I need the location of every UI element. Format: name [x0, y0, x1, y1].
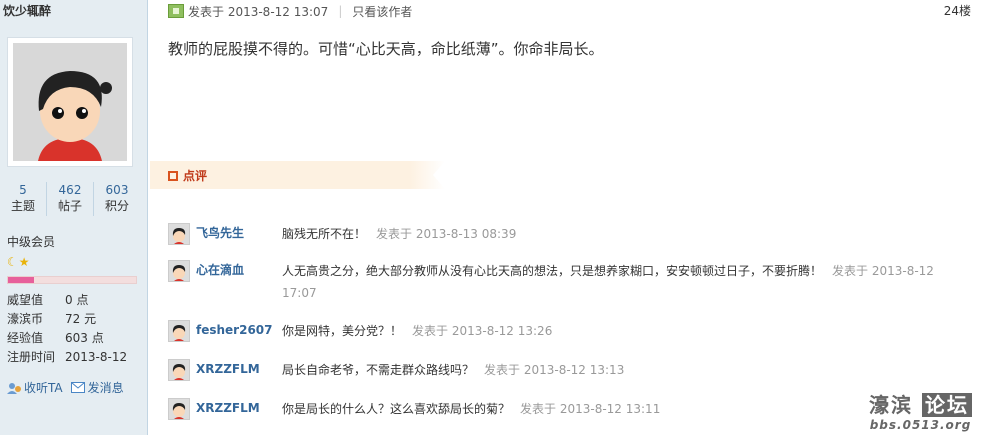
profile-key: 濠滨币: [7, 312, 44, 326]
comment-text: 你是局长的什么人？这么喜欢舔局长的菊？ 发表于 2013-8-12 13:11: [282, 398, 942, 420]
commenter-avatar[interactable]: [168, 359, 190, 381]
only-author-link[interactable]: 只看该作者: [352, 3, 412, 20]
profile-value: 2013-8-12: [65, 350, 128, 364]
comment-item: XRZZFLM 局长自命老爷，不需走群众路线吗？ 发表于 2013-8-12 13…: [168, 359, 942, 381]
comment-text: 脑残无所不在！ 发表于 2013-8-13 08:39: [282, 223, 942, 245]
profile-value: 0 点: [65, 293, 89, 307]
profile-key: 经验值: [7, 331, 44, 345]
profile-row: 注册时间 2013-8-12: [7, 348, 142, 367]
stat-label: 积分: [104, 199, 129, 213]
floor-number[interactable]: 24楼: [944, 2, 971, 19]
avatar[interactable]: [7, 37, 133, 167]
commenter-name[interactable]: XRZZFLM: [190, 398, 282, 420]
comment-body: 人无高贵之分，绝大部分教师从没有心比天高的想法，只是想养家糊口，安安顿顿过日子，…: [282, 264, 823, 278]
comment-text: 局长自命老爷，不需走群众路线吗？ 发表于 2013-8-12 13:13: [282, 359, 942, 381]
author-actions: 收听TA 发消息: [7, 379, 124, 396]
follow-button[interactable]: 收听TA: [7, 379, 63, 396]
post-header: 发表于 2013-8-12 13:07 | 只看该作者: [168, 2, 968, 20]
commenter-name[interactable]: 心在滴血: [190, 260, 282, 304]
rank-icons: ☾★: [7, 255, 31, 269]
comment-time: 发表于 2013-8-13 08:39: [376, 227, 517, 241]
comment-item: 飞鸟先生 脑残无所不在！ 发表于 2013-8-13 08:39: [168, 223, 942, 245]
follow-label: 收听TA: [24, 381, 63, 395]
profile-key: 威望值: [7, 293, 44, 307]
follow-icon: [7, 382, 21, 394]
post-content: 教师的屁股摸不得的。可惜“心比天高，命比纸薄”。你命非局长。: [168, 40, 604, 58]
stat-threads[interactable]: 5 主题: [0, 182, 47, 216]
stat-points[interactable]: 603 积分: [94, 182, 140, 216]
comment-body: 你是局长的什么人？这么喜欢舔局长的菊？: [282, 402, 511, 416]
square-icon: [168, 170, 178, 181]
commenter-name[interactable]: XRZZFLM: [190, 359, 282, 381]
comment-item: XRZZFLM 你是局长的什么人？这么喜欢舔局长的菊？ 发表于 2013-8-12…: [168, 398, 942, 420]
stat-value: 462: [58, 183, 82, 197]
author-name[interactable]: 饮少辄醉: [3, 2, 51, 19]
comment-body: 局长自命老爷，不需走群众路线吗？: [282, 363, 475, 377]
comment-text: 你是网特，美分党？！ 发表于 2013-8-12 13:26: [282, 320, 942, 342]
online-status-icon: [168, 4, 184, 18]
profile-row: 威望值 0 点: [7, 291, 142, 310]
commenter-avatar[interactable]: [168, 398, 190, 420]
avatar-image: [169, 261, 189, 281]
envelope-icon: [70, 382, 85, 393]
comment-time: 发表于 2013-8-12 13:11: [520, 402, 661, 416]
profile-value: 603 点: [65, 331, 104, 345]
avatar-image: [169, 224, 189, 244]
comment-body: 你是网特，美分党？！: [282, 324, 403, 338]
avatar-image: [169, 321, 189, 341]
post-time: 发表于 2013-8-12 13:07: [188, 4, 329, 19]
profile-value: 72 元: [65, 312, 97, 326]
star-icon: ★: [18, 255, 31, 269]
author-profile: 威望值 0 点 濠滨币 72 元 经验值 603 点 注册时间 2013-8-1…: [7, 291, 142, 367]
stat-value: 603: [105, 183, 129, 197]
commenter-avatar[interactable]: [168, 260, 190, 282]
logo-left: 濠滨: [869, 393, 914, 417]
moon-icon: ☾: [7, 255, 19, 269]
commenter-avatar[interactable]: [168, 223, 190, 245]
message-button[interactable]: 发消息: [70, 379, 124, 396]
comments-title-text: 点评: [183, 169, 208, 183]
avatar-image: [169, 360, 189, 380]
profile-key: 注册时间: [7, 350, 56, 364]
stat-label: 帖子: [57, 199, 82, 213]
comment-body: 脑残无所不在！: [282, 227, 367, 241]
comment-time: 发表于 2013-8-12 13:26: [412, 324, 553, 338]
comments-header: 点评: [150, 161, 445, 189]
commenter-name[interactable]: 飞鸟先生: [190, 223, 282, 245]
author-sidebar: 饮少辄醉 5 主题 462 帖子 603 积分 中级会员 ☾★ 威望值 0 点 …: [0, 0, 148, 435]
logo-url: bbs.0513.org: [869, 418, 972, 432]
comment-item: 心在滴血 人无高贵之分，绝大部分教师从没有心比天高的想法，只是想养家糊口，安安顿…: [168, 260, 942, 304]
rank-progress-fill: [8, 277, 34, 283]
profile-row: 濠滨币 72 元: [7, 310, 142, 329]
message-label: 发消息: [87, 381, 124, 395]
logo-right: 论坛: [922, 393, 972, 417]
stat-value: 5: [19, 183, 27, 197]
commenter-avatar[interactable]: [168, 320, 190, 342]
comment-time: 发表于 2013-8-12 13:13: [484, 363, 625, 377]
avatar-image: [13, 43, 127, 161]
stat-label: 主题: [10, 199, 35, 213]
profile-row: 经验值 603 点: [7, 329, 142, 348]
logo-title: 濠滨 论坛: [869, 389, 972, 418]
stat-posts[interactable]: 462 帖子: [47, 182, 94, 216]
comment-item: fesher2607 你是网特，美分党？！ 发表于 2013-8-12 13:26: [168, 320, 942, 342]
comment-text: 人无高贵之分，绝大部分教师从没有心比天高的想法，只是想养家糊口，安安顿顿过日子，…: [282, 260, 942, 304]
commenter-name[interactable]: fesher2607: [190, 320, 282, 342]
avatar-image: [169, 399, 189, 419]
comments-title: 点评: [168, 167, 207, 184]
author-stats: 5 主题 462 帖子 603 积分: [0, 182, 140, 216]
member-rank[interactable]: 中级会员: [7, 233, 55, 250]
forum-logo: 濠滨 论坛 bbs.0513.org: [869, 389, 972, 432]
rank-progress-bar: [7, 276, 137, 284]
divider: |: [338, 4, 343, 18]
